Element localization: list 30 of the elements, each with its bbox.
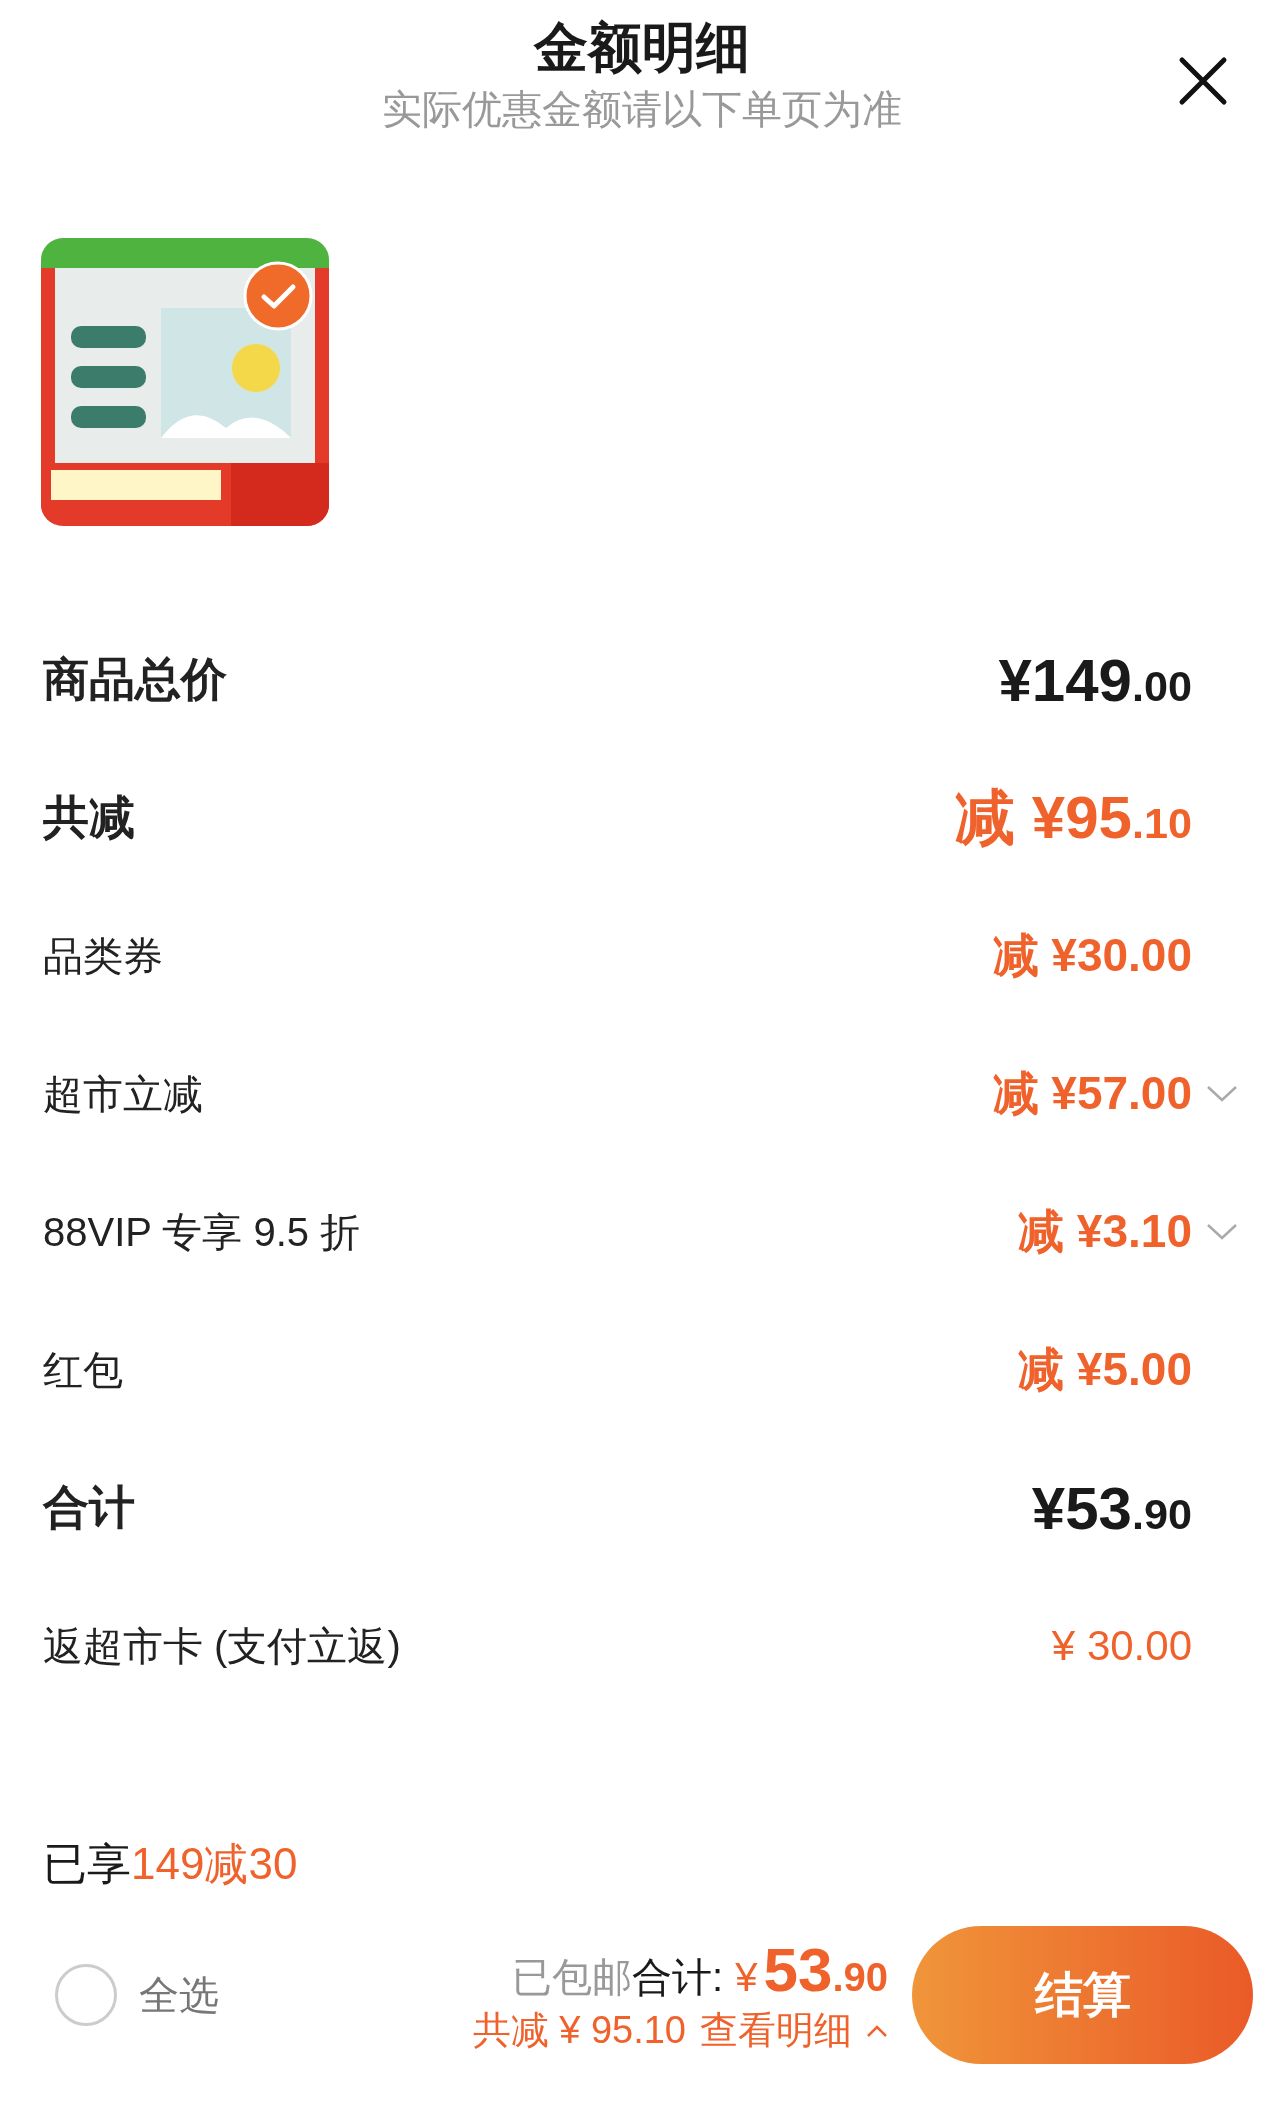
- amount: ¥ 30.00: [1051, 1622, 1192, 1670]
- line-label: 红包: [43, 1346, 123, 1394]
- saved-amount: 共减 ¥ 95.10: [472, 2008, 686, 2053]
- total-summary: 已包邮合计: ¥53.90: [512, 1934, 888, 2005]
- line-label: 共减: [43, 790, 135, 845]
- line-label: 合计: [43, 1480, 135, 1535]
- select-all-label[interactable]: 全选: [139, 1967, 219, 2023]
- checkout-button[interactable]: 结算: [912, 1926, 1253, 2064]
- line-label: 88VIP 专享 9.5 折: [43, 1208, 361, 1256]
- chevron-up-icon[interactable]: [866, 2023, 888, 2038]
- select-all-radio[interactable]: [55, 1964, 117, 2026]
- sheet-subtitle: 实际优惠金额请以下单页为准: [382, 86, 902, 133]
- chevron-down-icon[interactable]: [1206, 1223, 1238, 1241]
- check-icon[interactable]: [243, 261, 313, 331]
- chevron-down-icon[interactable]: [1206, 1085, 1238, 1103]
- promo-text: 已享149减30: [43, 1838, 299, 1890]
- close-icon[interactable]: [1178, 56, 1228, 106]
- amount: 减 ¥95.10: [955, 782, 1192, 853]
- sheet-title: 金额明细: [534, 16, 750, 79]
- amount: ¥53.90: [1031, 1473, 1192, 1543]
- line-label: 品类券: [43, 932, 163, 980]
- amount: 减 ¥30.00: [992, 928, 1192, 983]
- line-label: 返超市卡 (支付立返): [43, 1622, 401, 1670]
- amount: 减 ¥5.00: [1018, 1342, 1192, 1397]
- view-details-link[interactable]: 查看明细: [700, 2005, 852, 2056]
- amount: 减 ¥57.00: [992, 1066, 1192, 1121]
- line-label: 商品总价: [43, 652, 227, 707]
- line-label: 超市立减: [43, 1070, 203, 1118]
- amount: 减 ¥3.10: [1018, 1204, 1192, 1259]
- amount: ¥149.00: [998, 645, 1192, 715]
